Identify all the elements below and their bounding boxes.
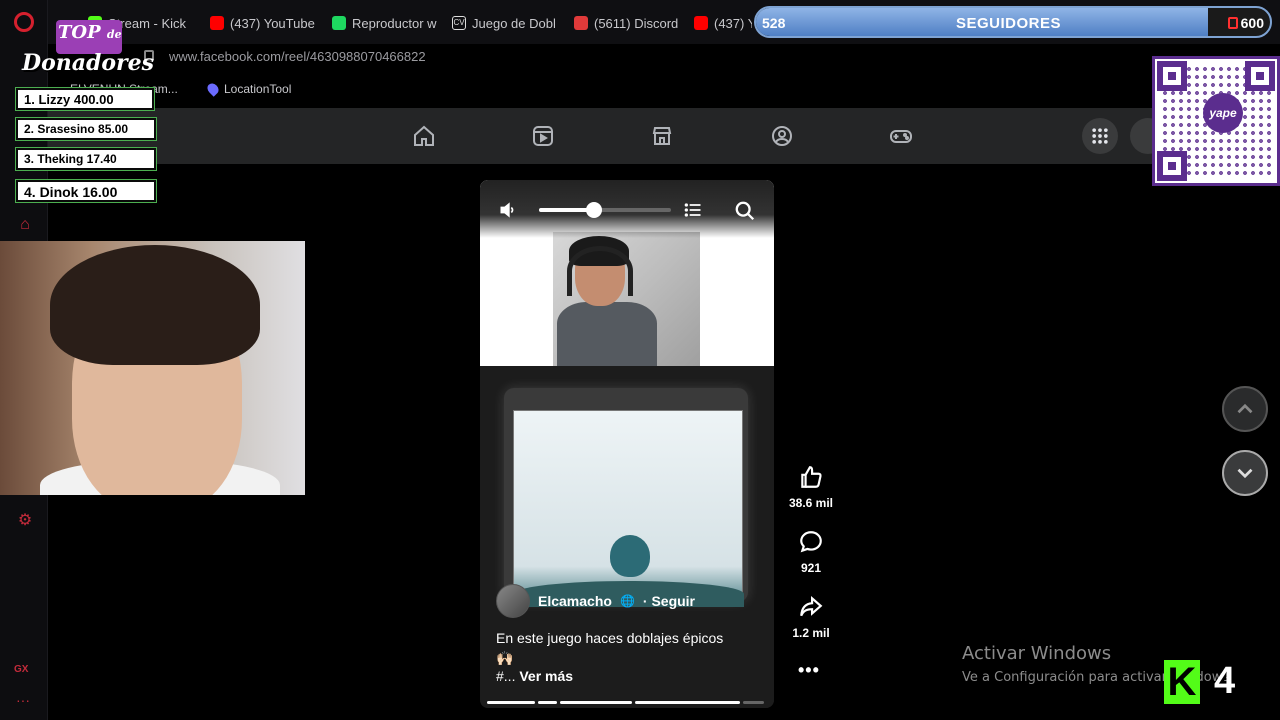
next-reel-button[interactable] bbox=[1222, 450, 1268, 496]
spotify-icon bbox=[332, 16, 346, 30]
tab-discord[interactable]: (5611) Discord bbox=[574, 12, 682, 34]
more-options-button[interactable]: ••• bbox=[798, 660, 820, 681]
youtube-icon bbox=[210, 16, 224, 30]
progress-segment bbox=[635, 701, 740, 704]
share-button[interactable]: 1.2 mil bbox=[786, 594, 836, 640]
caption-emoji: 🙌🏻 bbox=[496, 650, 514, 666]
location-pin-icon bbox=[205, 81, 221, 97]
see-more-link[interactable]: Ver más bbox=[519, 668, 573, 684]
progress-segment bbox=[538, 701, 557, 704]
game-screen bbox=[513, 410, 744, 607]
followers-goal-value: 600 bbox=[1240, 15, 1264, 31]
more-options-icon[interactable]: ··· bbox=[16, 692, 30, 708]
bookmark-locationtool[interactable]: LocationTool bbox=[205, 81, 292, 97]
headset-icon bbox=[567, 246, 633, 296]
facebook-nav bbox=[48, 108, 1280, 164]
reels-icon[interactable] bbox=[531, 124, 555, 148]
comment-button[interactable]: 921 bbox=[786, 529, 836, 575]
like-count: 38.6 mil bbox=[788, 496, 834, 510]
streamer-overlay-image bbox=[553, 232, 700, 374]
globe-icon: 🌐 bbox=[619, 594, 635, 608]
follow-button[interactable]: · Seguir bbox=[643, 593, 695, 609]
followers-goal: 600 bbox=[1227, 15, 1264, 31]
logo-top: TOP bbox=[58, 22, 101, 43]
followers-goal-bar: 528 SEGUIDORES 600 bbox=[754, 6, 1272, 38]
gx-logo-icon[interactable]: GX bbox=[14, 664, 28, 675]
discord-icon bbox=[574, 16, 588, 30]
tab-label: (437) YouTube bbox=[230, 15, 315, 31]
youtube-icon bbox=[694, 16, 708, 30]
donor-row: 1. Lizzy 400.00 bbox=[16, 88, 154, 110]
yape-qr-code: yape bbox=[1152, 56, 1280, 186]
kick-logo-icon: K bbox=[1167, 660, 1197, 704]
search-icon[interactable] bbox=[734, 200, 756, 222]
tab-spotify[interactable]: Reproductor w bbox=[332, 12, 438, 34]
share-icon bbox=[800, 595, 823, 617]
home-icon[interactable] bbox=[412, 124, 436, 148]
volume-slider[interactable] bbox=[539, 202, 671, 218]
logo-small: de bbox=[106, 28, 122, 41]
address-bar[interactable]: www.facebook.com/reel/4630988070466822 bbox=[48, 44, 1280, 72]
tab-youtube-2[interactable]: (437) Y bbox=[694, 12, 752, 34]
balloon-icon bbox=[610, 535, 650, 577]
caption-more: #... Ver más bbox=[496, 668, 573, 684]
share-count: 1.2 mil bbox=[792, 626, 830, 640]
gx-control-icon[interactable]: ⌂ bbox=[16, 216, 34, 234]
goal-icon bbox=[1227, 17, 1238, 29]
caption-text: En este juego haces doblajes épicos bbox=[496, 630, 724, 646]
like-button[interactable]: 38.6 mil bbox=[786, 464, 836, 510]
donor-row: 4. Dinok 16.00 bbox=[16, 180, 156, 202]
tab-label: (437) Y bbox=[714, 15, 752, 31]
gaming-icon[interactable] bbox=[889, 124, 913, 148]
donor-row: 3. Theking 17.40 bbox=[16, 148, 156, 170]
settings-gear-icon[interactable]: ⚙ bbox=[16, 512, 34, 530]
previous-reel-button[interactable] bbox=[1222, 386, 1268, 432]
bookmark-label: LocationTool bbox=[224, 82, 292, 96]
volume-icon[interactable] bbox=[498, 200, 518, 220]
reel-player[interactable]: Elcamacho 🌐 · Seguir En este juego haces… bbox=[480, 180, 774, 708]
tab-label: Juego de Dobl bbox=[472, 15, 556, 31]
caption: En este juego haces doblajes épicos 🙌🏻 bbox=[496, 628, 756, 668]
webcam-feed bbox=[0, 241, 305, 495]
screen: ⌂ ⚙ GX ··· Stream - Kick (437) YouTube R… bbox=[0, 0, 1280, 720]
author-name[interactable]: Elcamacho bbox=[538, 593, 612, 609]
followers-label: SEGUIDORES bbox=[956, 15, 1062, 32]
progress-segment bbox=[742, 701, 765, 704]
progress-segment bbox=[487, 701, 536, 704]
author-row: Elcamacho 🌐 · Seguir bbox=[496, 584, 695, 618]
chevron-down-icon bbox=[1237, 468, 1253, 479]
bookmarks-bar: ELVENUN Stream... LocationTool bbox=[48, 78, 1280, 100]
yape-logo: yape bbox=[1203, 93, 1243, 133]
url-text[interactable]: www.facebook.com/reel/4630988070466822 bbox=[169, 49, 426, 64]
comment-icon bbox=[800, 531, 822, 553]
tab-label: (5611) Discord bbox=[594, 15, 679, 31]
like-icon bbox=[801, 466, 822, 488]
followers-current: 528 bbox=[762, 15, 786, 31]
author-avatar[interactable] bbox=[496, 584, 530, 618]
grid-icon bbox=[1092, 128, 1108, 144]
top-donors-logo: TOP de Donadores bbox=[22, 18, 156, 80]
marketplace-icon[interactable] bbox=[650, 124, 674, 148]
cv-icon: CV bbox=[452, 16, 466, 30]
donor-row: 2. Srasesino 85.00 bbox=[16, 118, 156, 140]
tab-youtube[interactable]: (437) YouTube bbox=[210, 12, 320, 34]
list-icon[interactable] bbox=[683, 200, 703, 220]
caption-hashtag: #... bbox=[496, 668, 516, 684]
kick-viewer-count: 4 bbox=[1214, 660, 1236, 702]
chevron-up-icon bbox=[1237, 403, 1253, 414]
reel-progress bbox=[487, 701, 767, 704]
comment-count: 921 bbox=[800, 561, 822, 575]
tab-label: Reproductor w bbox=[352, 15, 437, 31]
logo-script: Donadores bbox=[22, 50, 155, 76]
tab-dubbing-game[interactable]: CV Juego de Dobl bbox=[452, 12, 556, 34]
progress-segment bbox=[560, 701, 633, 704]
menu-grid-button[interactable] bbox=[1082, 118, 1118, 154]
groups-icon[interactable] bbox=[770, 124, 794, 148]
